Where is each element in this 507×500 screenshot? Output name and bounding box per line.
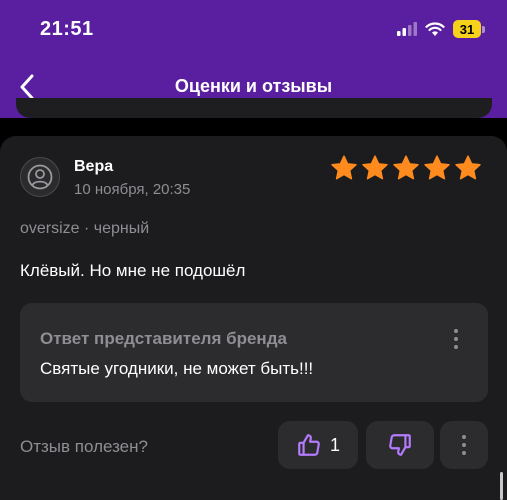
user-icon [27,164,53,190]
brand-reply-title: Ответ представителя бренда [40,329,287,348]
thumbs-down-icon [389,434,411,456]
like-count: 1 [329,434,340,455]
status-bar: 21:51 31 [0,0,507,60]
like-button[interactable]: 1 [278,421,358,469]
dislike-button[interactable] [366,421,434,469]
star-icon [393,155,419,180]
star-icon [331,155,357,180]
previous-review-card [16,98,492,118]
review-text: Клёвый. Но мне не подошёл [20,261,246,280]
star-icon [362,155,388,180]
thumbs-up-icon [298,434,320,456]
signal-icon [397,22,417,36]
more-vertical-icon [462,435,466,439]
review-more-button[interactable] [440,421,488,469]
brand-reply-text: Святые угодники, не может быть!!! [40,359,314,378]
avatar [20,157,60,197]
battery-level: 31 [453,20,481,38]
review-author: Вера [74,158,114,175]
scrollbar[interactable] [500,472,503,500]
star-icon [424,155,450,180]
rating-stars [330,154,482,182]
product-variant: oversize · черный [20,220,150,237]
reply-more-button[interactable] [444,325,468,353]
more-vertical-icon [454,329,458,333]
helpful-label: Отзыв полезен? [20,437,148,456]
wifi-icon [425,21,445,36]
battery-icon: 31 [453,20,485,38]
status-time: 21:51 [40,18,94,40]
page-title: Оценки и отзывы [174,76,333,96]
status-icons: 31 [397,20,485,38]
brand-reply: Ответ представителя бренда Святые угодни… [20,303,488,402]
star-icon [455,155,481,180]
review-date: 10 ноября, 20:35 [74,181,191,198]
